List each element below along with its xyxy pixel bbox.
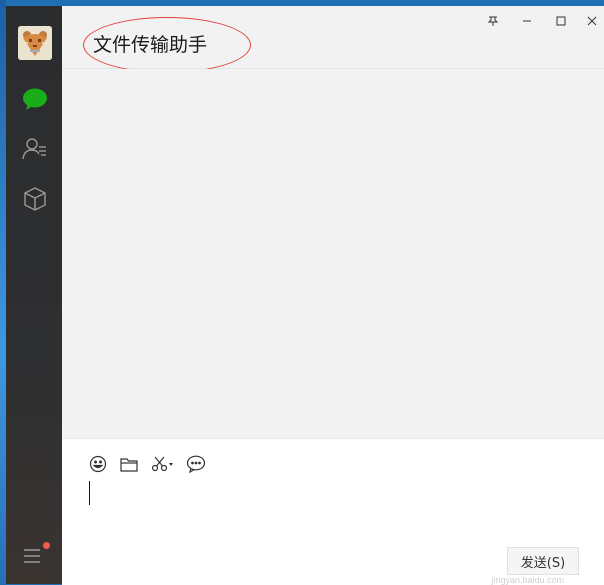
contacts-icon <box>22 138 46 160</box>
pin-icon <box>487 16 499 26</box>
emoji-button[interactable] <box>87 453 109 475</box>
sidebar-item-chats[interactable] <box>20 84 50 114</box>
sidebar-item-contacts[interactable] <box>20 134 50 164</box>
maximize-icon <box>556 16 566 26</box>
chat-bubble-icon <box>23 88 47 110</box>
folder-icon <box>120 458 138 472</box>
message-input-caret[interactable] <box>89 481 90 505</box>
close-icon <box>587 16 597 26</box>
screenshot-button[interactable] <box>150 453 176 475</box>
pin-button[interactable] <box>481 12 505 30</box>
avatar-image <box>18 26 52 60</box>
maximize-button[interactable] <box>549 12 573 30</box>
minimize-icon <box>523 20 531 22</box>
sidebar <box>6 6 62 584</box>
send-button[interactable]: 发送(S) <box>507 547 579 575</box>
notification-dot <box>43 542 50 549</box>
title-bar: 文件传输助手 <box>62 6 604 73</box>
title-highlight-ellipse <box>83 17 251 73</box>
menu-icon <box>24 549 40 563</box>
close-button[interactable] <box>580 12 604 30</box>
chat-history-button[interactable] <box>185 453 207 475</box>
scissors-icon <box>151 456 173 472</box>
message-list[interactable] <box>62 69 604 437</box>
sidebar-item-mini-programs[interactable] <box>20 184 50 214</box>
menu-button[interactable] <box>23 542 50 566</box>
composer: Baidu jingyan.baidu.com 发送(S) <box>62 438 604 585</box>
chat-window: 文件传输助手 jingyan.baidu.com 发送(S) <box>62 6 604 585</box>
cube-icon <box>24 187 46 211</box>
emoji-icon <box>89 455 107 473</box>
avatar[interactable] <box>18 26 52 60</box>
chat-history-icon <box>186 455 206 473</box>
send-file-button[interactable] <box>118 453 140 475</box>
minimize-button[interactable] <box>515 12 539 30</box>
